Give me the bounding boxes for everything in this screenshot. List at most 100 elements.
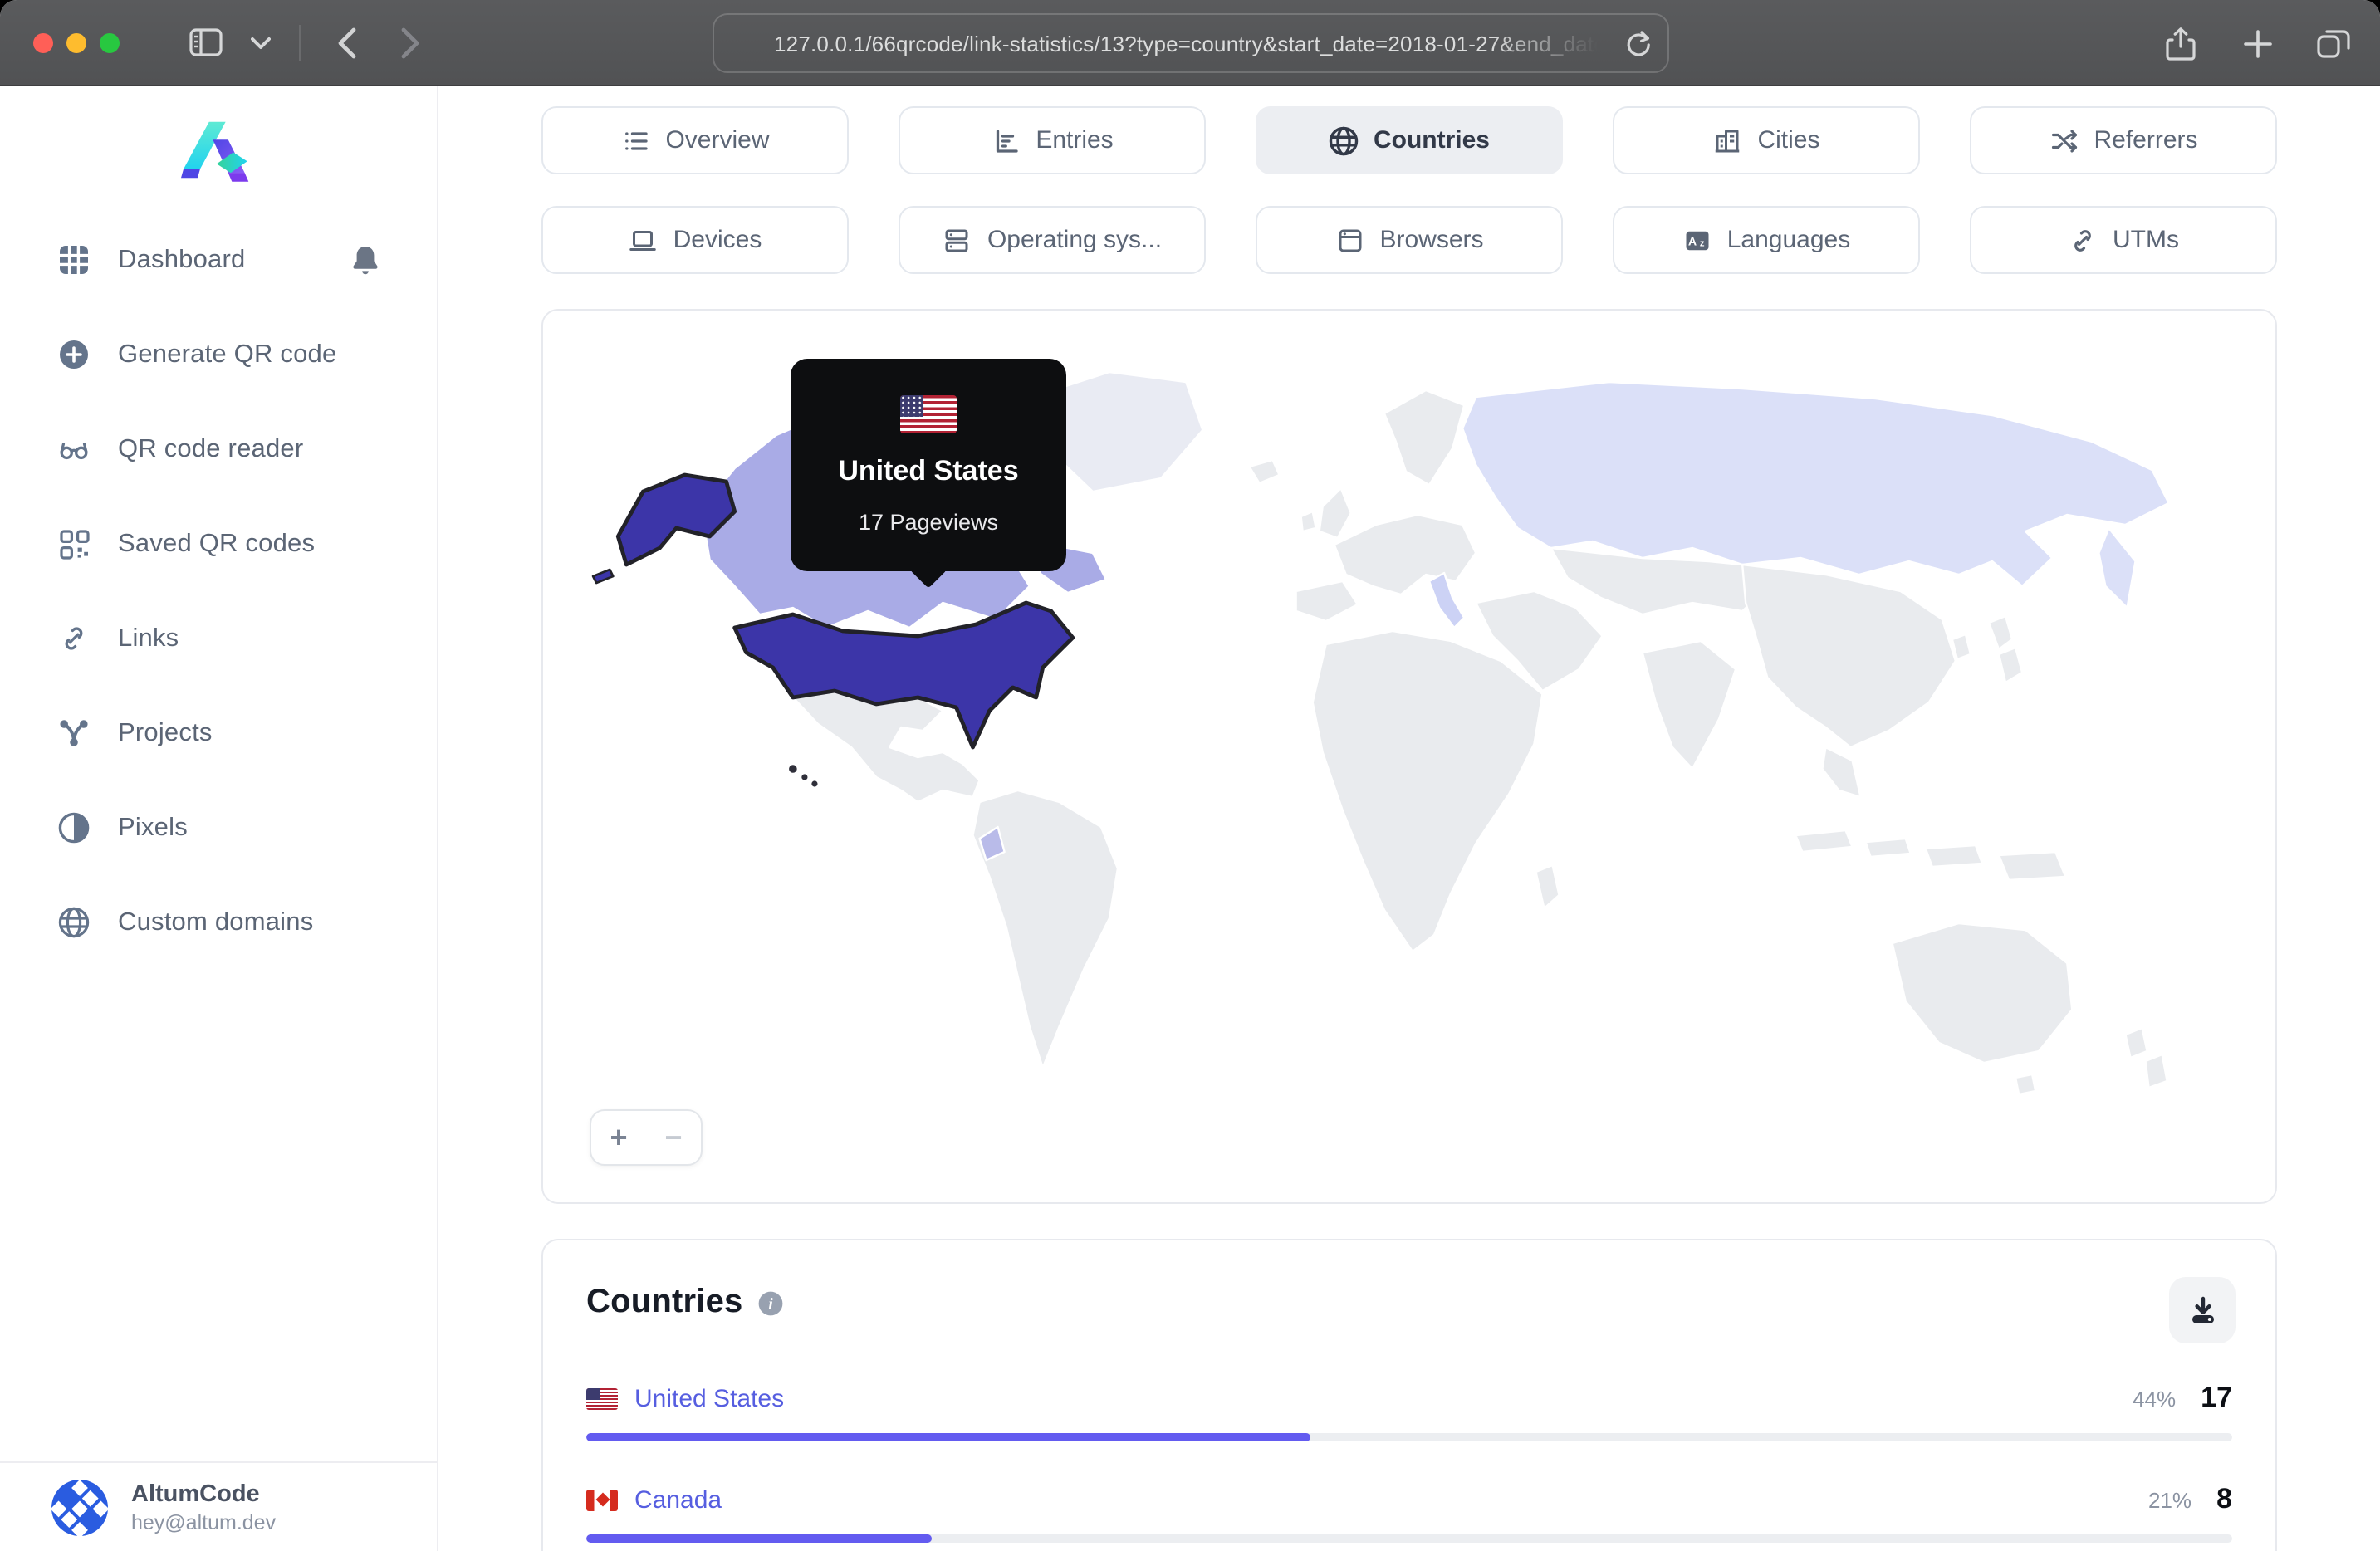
sidebar-item-links[interactable]: Links: [0, 611, 437, 666]
sidebar-item-generate-qr[interactable]: Generate QR code: [0, 327, 437, 382]
map-new-zealand: [2124, 1026, 2168, 1089]
chevron-down-icon[interactable]: [249, 22, 272, 62]
tab-label: Referrers: [2094, 126, 2198, 154]
map-greenland: [1041, 370, 1204, 493]
tab-languages[interactable]: Az Languages: [1613, 206, 1920, 274]
tab-countries[interactable]: Countries: [1256, 106, 1563, 174]
tab-label: UTMs: [2113, 226, 2179, 254]
map-uk: [1300, 487, 1353, 540]
sidebar-item-label: Custom domains: [118, 908, 314, 936]
sidebar-toggle-icon[interactable]: [186, 22, 226, 62]
sidebar-item-label: Saved QR codes: [118, 529, 316, 557]
tab-devices[interactable]: Devices: [541, 206, 849, 274]
tooltip-country: United States: [838, 455, 1019, 487]
world-map-card: United States 17 Pageviews + −: [541, 309, 2277, 1204]
shuffle-icon: [2051, 129, 2077, 152]
map-iceland: [1248, 458, 1281, 485]
address-bar[interactable]: 127.0.0.1/66qrcode/link-statistics/13?ty…: [712, 13, 1668, 73]
navigation-controls: [186, 22, 430, 62]
svg-text:z: z: [1700, 237, 1705, 247]
qr-icon: [58, 528, 90, 560]
zoom-in-button[interactable]: +: [591, 1111, 646, 1164]
country-link[interactable]: Canada: [634, 1485, 722, 1514]
sidebar-item-label: Dashboard: [118, 245, 246, 273]
tab-referrers[interactable]: Referrers: [1970, 106, 2277, 174]
download-button[interactable]: [2169, 1277, 2236, 1343]
url-text: 127.0.0.1/66qrcode/link-statistics/13?ty…: [774, 31, 1606, 56]
tab-label: Browsers: [1379, 226, 1484, 254]
map-iberia: [1295, 580, 1359, 623]
tab-browsers[interactable]: Browsers: [1256, 206, 1563, 274]
language-icon: Az: [1686, 230, 1709, 250]
share-icon[interactable]: [2161, 23, 2201, 63]
new-tab-icon[interactable]: [2237, 23, 2277, 63]
tab-label: Languages: [1726, 226, 1851, 254]
country-count: 17: [2201, 1382, 2232, 1413]
sidebar-item-qr-reader[interactable]: QR code reader: [0, 422, 437, 477]
browser-window: 127.0.0.1/66qrcode/link-statistics/13?ty…: [0, 0, 2380, 1551]
tab-utms[interactable]: UTMs: [1970, 206, 2277, 274]
sidebar-item-label: Links: [118, 624, 179, 652]
sidebar-item-custom-domains[interactable]: Custom domains: [0, 895, 437, 950]
tab-cities[interactable]: Cities: [1613, 106, 1920, 174]
map-zoom-control: + −: [590, 1109, 703, 1166]
svg-text:i: i: [769, 1294, 774, 1313]
hierarchy-icon: [58, 717, 90, 749]
zoom-window-button[interactable]: [100, 32, 120, 52]
map-madagascar: [1535, 864, 1560, 910]
sidebar-item-label: Projects: [118, 718, 213, 746]
map-korea: [1951, 633, 1972, 661]
tab-operating-systems[interactable]: Operating sys...: [899, 206, 1206, 274]
close-window-button[interactable]: [33, 32, 53, 52]
tab-overview[interactable]: Overview: [541, 106, 849, 174]
tab-overview-icon[interactable]: [2314, 23, 2353, 63]
tab-label: Devices: [673, 226, 762, 254]
browser-titlebar: 127.0.0.1/66qrcode/link-statistics/13?ty…: [0, 0, 2380, 86]
list-icon: [624, 131, 648, 149]
country-percent: 21%: [2148, 1488, 2192, 1513]
account-name: AltumCode: [131, 1481, 260, 1509]
stat-type-tabs: Overview Entries Countries Cities Referr…: [541, 106, 2277, 274]
tab-entries[interactable]: Entries: [899, 106, 1206, 174]
reload-icon[interactable]: [1625, 30, 1650, 66]
map-europe: [1333, 513, 1477, 596]
country-bar-track: [586, 1433, 2232, 1441]
grid-icon: [58, 244, 90, 276]
titlebar-right-controls: [2161, 0, 2353, 86]
info-icon[interactable]: i: [758, 1289, 785, 1316]
avatar: [50, 1479, 110, 1537]
tooltip-pageviews: 17 Pageviews: [858, 510, 999, 535]
bell-icon[interactable]: [350, 244, 380, 284]
download-icon: [2191, 1295, 2213, 1323]
globe-icon: [1329, 125, 1359, 155]
country-percent: 44%: [2133, 1387, 2177, 1412]
us-flag-icon: [586, 1387, 618, 1409]
sidebar-item-saved-qr[interactable]: Saved QR codes: [0, 516, 437, 571]
main-content: Overview Entries Countries Cities Referr…: [438, 86, 2380, 1551]
building-icon: [1716, 129, 1740, 152]
map-hawaii[interactable]: [789, 765, 818, 787]
country-row: United States 44% 17: [586, 1382, 2232, 1441]
country-link[interactable]: United States: [634, 1384, 784, 1412]
back-icon[interactable]: [327, 22, 367, 62]
country-count: 8: [2216, 1483, 2232, 1514]
sidebar-item-projects[interactable]: Projects: [0, 706, 437, 761]
sidebar-item-dashboard[interactable]: Dashboard: [0, 232, 437, 287]
sidebar-item-label: Pixels: [118, 813, 188, 841]
forward-icon[interactable]: [390, 22, 430, 62]
map-italy: [1428, 571, 1466, 629]
map-australia: [1891, 922, 2074, 1064]
canada-flag-icon: [586, 1489, 618, 1510]
browser-icon: [1338, 228, 1361, 252]
zoom-out-button[interactable]: −: [646, 1111, 701, 1164]
map-africa: [1311, 629, 1544, 953]
tab-label: Entries: [1036, 126, 1114, 154]
window-controls: [33, 32, 120, 52]
minimize-window-button[interactable]: [66, 32, 86, 52]
toolbar-divider: [299, 24, 301, 61]
map-scandinavia: [1383, 389, 1466, 487]
contrast-icon: [58, 812, 90, 844]
tab-label: Overview: [665, 126, 770, 154]
sidebar-item-pixels[interactable]: Pixels: [0, 800, 437, 855]
account-footer[interactable]: AltumCode hey@altum.dev: [0, 1461, 437, 1551]
